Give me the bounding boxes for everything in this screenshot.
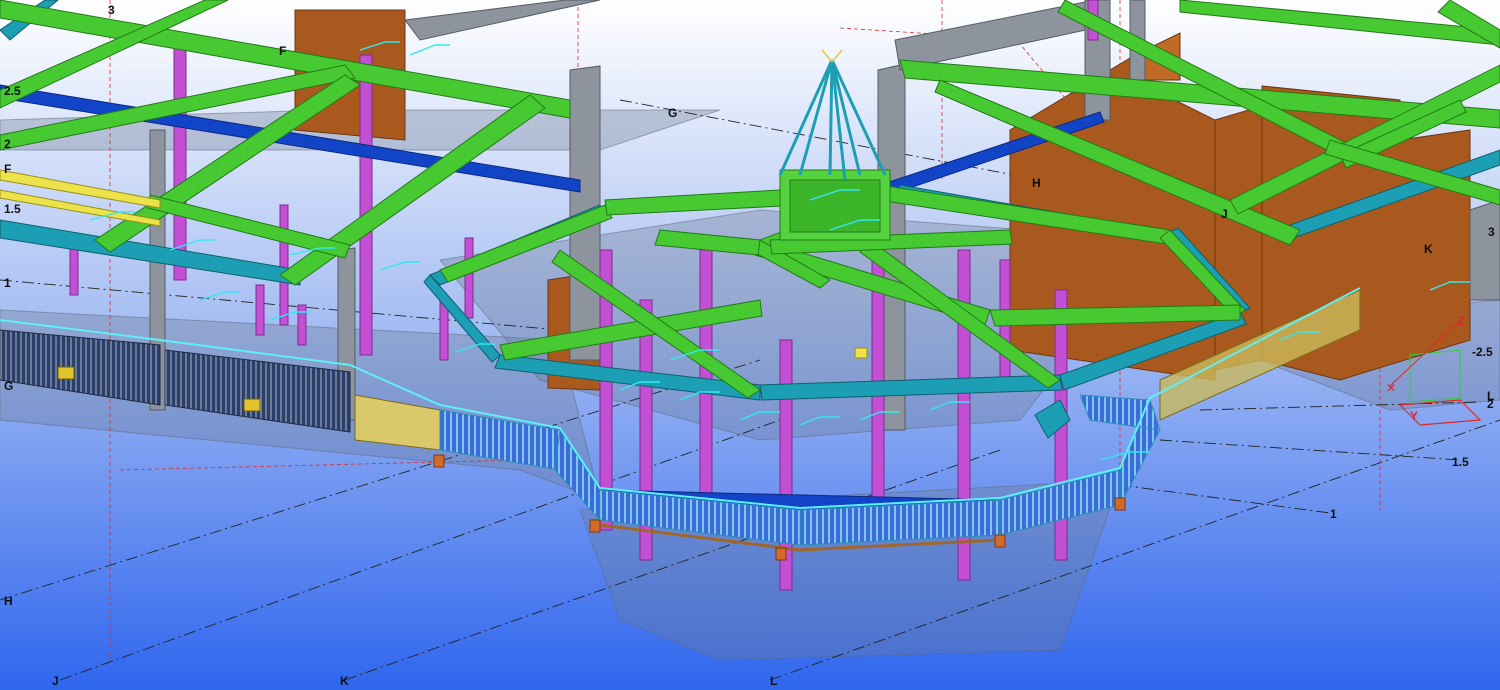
grid-label-g-mid: G (668, 106, 677, 120)
model-viewport[interactable]: 3 F 2.5 2 F 1.5 1 G G H J K -2.5 L 2 1.5… (0, 0, 1500, 690)
grid-label-h-bottom: H (4, 594, 13, 608)
grid-label-j-mid: J (1221, 207, 1228, 221)
grid-label-2-5-left: 2.5 (4, 84, 21, 98)
axis-z-label: Z (1457, 314, 1464, 328)
grid-label-2-right: 2 (1487, 397, 1494, 411)
grid-label-h-mid: H (1032, 176, 1041, 190)
grid-label-g-left: G (4, 379, 13, 393)
grid-label-k-mid: K (1424, 242, 1433, 256)
axis-y-label: Y (1410, 409, 1418, 423)
grid-label-l-bottom: L (770, 674, 777, 688)
axis-x-marker: ✕ (1386, 381, 1396, 395)
grid-label-1-5-right: 1.5 (1452, 455, 1469, 469)
grid-label-j-bottom: J (52, 674, 59, 688)
grid-label-neg2-5-right: -2.5 (1472, 345, 1493, 359)
grid-label-2-left: 2 (4, 137, 11, 151)
grid-label-3-right: 3 (1488, 225, 1495, 239)
grid-label-1-right: 1 (1330, 507, 1337, 521)
grid-label-f-top: F (279, 44, 286, 58)
grid-label-1-left: 1 (4, 276, 11, 290)
grid-label-3-top: 3 (108, 3, 115, 17)
grid-label-k-bottom: K (340, 674, 349, 688)
grid-label-f-left: F (4, 162, 11, 176)
grid-label-1-5-left: 1.5 (4, 202, 21, 216)
